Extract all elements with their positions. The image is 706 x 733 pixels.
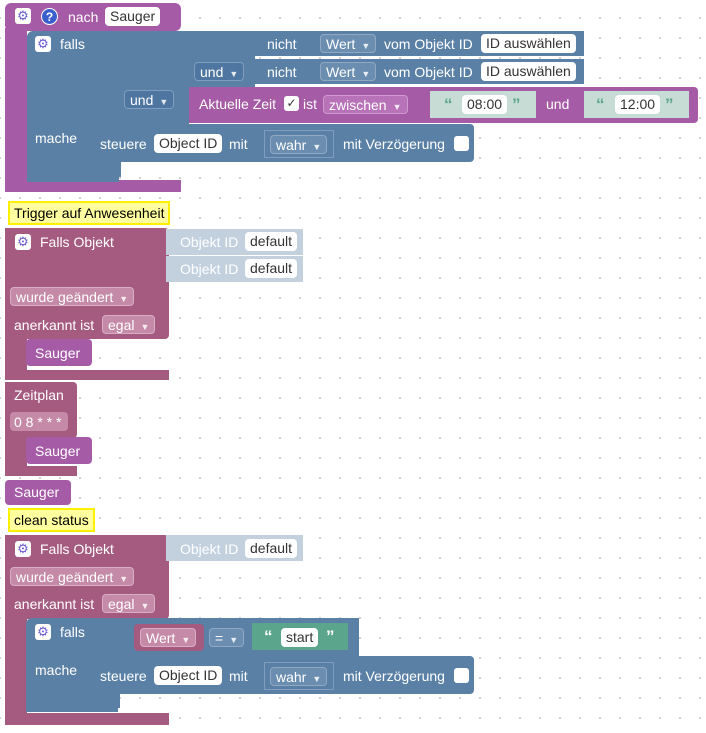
gear-icon[interactable]: ⚙: [15, 541, 31, 557]
trigger-footer: [5, 713, 169, 725]
trigger-side: [5, 616, 27, 720]
call-function-label: Sauger: [35, 345, 81, 361]
gear-icon[interactable]: ⚙: [35, 624, 51, 640]
control-notch: [89, 160, 119, 168]
object-id-label: Objekt ID: [180, 234, 239, 250]
if-object-label: Falls Objekt: [40, 234, 114, 250]
object-id-field[interactable]: Object ID: [154, 666, 223, 685]
object-id-field[interactable]: default: [245, 232, 298, 251]
call-function-label: Sauger: [14, 484, 60, 500]
schedule-footer: [5, 466, 77, 476]
ack-dropdown[interactable]: egal ▼: [102, 315, 156, 334]
object-id-field[interactable]: Object ID: [154, 134, 223, 153]
from-object-label: vom Objekt ID: [384, 36, 473, 52]
true-dropdown[interactable]: wahr ▼: [270, 667, 328, 686]
if-footer: [26, 700, 118, 712]
call-function-label: Sauger: [35, 443, 81, 459]
object-id-label: Objekt ID: [180, 541, 239, 557]
value-dropdown[interactable]: Wert ▼: [320, 34, 377, 53]
between-dropdown[interactable]: zwischen ▼: [323, 95, 408, 114]
object-id-field[interactable]: ID auswählen: [481, 34, 576, 53]
gear-icon[interactable]: ⚙: [35, 36, 51, 52]
trigger-footer: [5, 370, 169, 380]
schedule-label: Zeitplan: [14, 387, 64, 403]
not-label: nicht: [267, 64, 297, 80]
acknowledged-label: anerkannt ist: [14, 596, 95, 612]
delay-checkbox[interactable]: [454, 136, 469, 151]
function-label: nach: [68, 9, 99, 25]
help-icon[interactable]: ?: [41, 8, 58, 25]
is-label: ist: [303, 96, 317, 112]
and-dropdown[interactable]: und ▼: [124, 90, 175, 109]
object-id-field[interactable]: default: [245, 259, 298, 278]
delay-checkbox[interactable]: [454, 668, 469, 683]
with-label: mit: [229, 668, 248, 684]
time-from-field[interactable]: 08:00: [462, 95, 508, 114]
and-dropdown[interactable]: und ▼: [194, 62, 245, 81]
if-footer: [27, 170, 119, 182]
if-label: falls: [60, 624, 85, 640]
current-time-label: Aktuelle Zeit: [199, 96, 277, 112]
delay-label: mit Verzögerung: [343, 668, 445, 684]
do-label: mache: [35, 130, 78, 146]
changed-dropdown[interactable]: wurde geändert ▼: [10, 287, 135, 306]
cron-field[interactable]: 0 8 * * *: [14, 413, 61, 431]
object-id-field[interactable]: default: [245, 539, 298, 558]
control-label: steuere: [100, 136, 147, 152]
object-id-label: Objekt ID: [180, 261, 239, 277]
ack-dropdown[interactable]: egal ▼: [102, 594, 156, 613]
value-dropdown[interactable]: Wert ▼: [320, 62, 377, 81]
true-dropdown[interactable]: wahr ▼: [270, 135, 328, 154]
comment-clean-status[interactable]: clean status: [8, 508, 95, 532]
if-object-label: Falls Objekt: [40, 541, 114, 557]
delay-label: mit Verzögerung: [343, 136, 445, 152]
control-label: steuere: [100, 668, 147, 684]
logic-and-outer[interactable]: [119, 31, 189, 126]
operator-dropdown[interactable]: = ▼: [209, 628, 245, 647]
with-label: mit: [229, 136, 248, 152]
function-name-field[interactable]: Sauger: [105, 7, 161, 26]
value-dropdown[interactable]: Wert ▼: [140, 628, 197, 647]
comment-trigger[interactable]: Trigger auf Anwesenheit: [8, 201, 171, 225]
time-to-field[interactable]: 12:00: [615, 95, 661, 114]
checkbox[interactable]: ✓: [284, 96, 299, 111]
changed-dropdown[interactable]: wurde geändert ▼: [10, 567, 135, 586]
function-side: [5, 28, 27, 186]
do-label: mache: [35, 662, 78, 678]
object-id-field[interactable]: ID auswählen: [481, 62, 576, 81]
gear-icon[interactable]: ⚙: [15, 8, 31, 24]
not-label: nicht: [267, 36, 297, 52]
from-object-label: vom Objekt ID: [384, 64, 473, 80]
gear-icon[interactable]: ⚙: [15, 234, 31, 250]
acknowledged-label: anerkannt ist: [14, 317, 95, 333]
text-field[interactable]: start: [281, 628, 319, 647]
and-label: und: [546, 96, 570, 112]
control-notch: [89, 692, 119, 700]
if-label: falls: [60, 36, 85, 52]
